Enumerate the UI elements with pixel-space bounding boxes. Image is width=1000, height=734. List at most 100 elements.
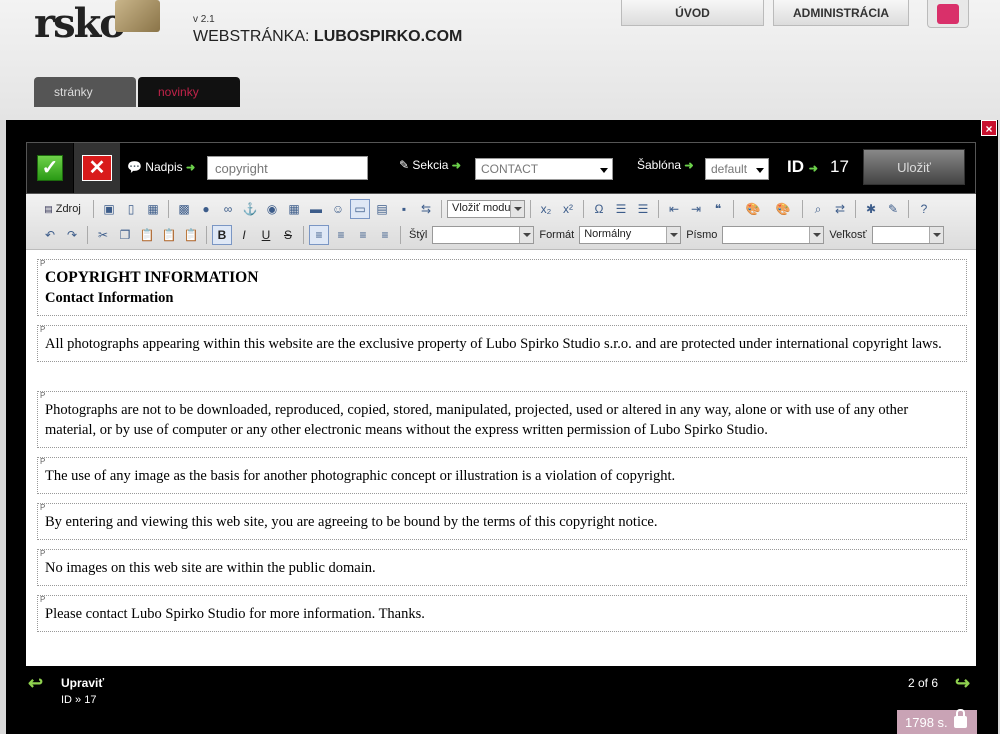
iframe-icon[interactable]: ▭	[350, 199, 370, 219]
underline-icon[interactable]: U	[256, 225, 276, 245]
toolbar-row-2: ↶ ↷ ✂ ❐ 📋 📋 📋 B I U S ≡ ≡ ≡ ≡ Štýl Formá…	[40, 223, 944, 247]
format-label: Formát	[539, 229, 575, 241]
paragraph-2[interactable]: P Photographs are not to be downloaded, …	[37, 391, 967, 448]
flash-icon[interactable]: ●	[196, 199, 216, 219]
power-icon	[937, 3, 959, 24]
special-char-icon[interactable]: Ω	[589, 199, 609, 219]
paragraph-3[interactable]: P The use of any image as the basis for …	[37, 457, 967, 494]
templates-icon[interactable]: ▦	[143, 199, 163, 219]
paragraph-heading[interactable]: P COPYRIGHT INFORMATION Contact Informat…	[37, 259, 967, 316]
footer-title: Upraviť	[61, 676, 105, 690]
smiley-icon[interactable]: ☺	[328, 199, 348, 219]
bulleted-list-icon[interactable]: ☰	[633, 199, 653, 219]
page-break-icon[interactable]: ▤	[372, 199, 392, 219]
align-justify-icon[interactable]: ≡	[375, 225, 395, 245]
text-color-icon[interactable]: 🎨	[739, 199, 767, 219]
blockquote-icon[interactable]: ❝	[708, 199, 728, 219]
nav-home[interactable]: ÚVOD	[621, 0, 764, 26]
paragraph-tag: P	[40, 259, 46, 268]
next-arrow-icon[interactable]: ↪	[955, 673, 970, 694]
rich-text-editor: ▤ Zdroj ▣ ▯ ▦ ▩ ● ∞ ⚓ ◉ ▦ ▬ ☺ ▭ ▤ ▪ ⇆ Vlo…	[26, 194, 976, 666]
tab-pages[interactable]: stránky	[34, 77, 136, 107]
chevron-down-icon	[809, 227, 824, 243]
document-icon[interactable]: ▯	[121, 199, 141, 219]
align-left-icon[interactable]: ≡	[309, 225, 329, 245]
background-color-icon[interactable]: 🎨	[769, 199, 797, 219]
size-dropdown[interactable]	[871, 226, 944, 244]
chevron-down-icon	[928, 227, 943, 243]
redo-icon[interactable]: ↷	[62, 225, 82, 245]
clean-format-icon[interactable]: ✎	[883, 199, 903, 219]
ico-icon[interactable]: ▪	[394, 199, 414, 219]
site-logo[interactable]: rsko	[34, 0, 184, 55]
site-title: WEBSTRÁNKA: LUBOSPIRKO.COM	[193, 28, 462, 46]
save-button[interactable]: Uložiť	[863, 149, 965, 185]
numbered-list-icon[interactable]: ☰	[611, 199, 631, 219]
media-icon[interactable]: ◉	[262, 199, 282, 219]
find-icon[interactable]: ⌕	[808, 199, 828, 219]
code-icon[interactable]: ⇆	[416, 199, 436, 219]
section-label: Sekcia	[412, 158, 449, 172]
insert-module-dropdown[interactable]: Vložiť modul	[447, 200, 525, 218]
paragraph-6[interactable]: P Please contact Lubo Spirko Studio for …	[37, 595, 967, 632]
cut-icon[interactable]: ✂	[93, 225, 113, 245]
outdent-icon[interactable]: ⇤	[664, 199, 684, 219]
close-modal-button[interactable]: ×	[981, 120, 997, 136]
chevron-down-icon	[666, 227, 681, 243]
confirm-button[interactable]: ✓	[27, 143, 73, 193]
align-center-icon[interactable]: ≡	[331, 225, 351, 245]
style-label: Štýl	[409, 229, 428, 241]
align-right-icon[interactable]: ≡	[353, 225, 373, 245]
image-icon[interactable]: ▩	[174, 199, 194, 219]
horizontal-rule-icon[interactable]: ▬	[306, 199, 326, 219]
timer-value: 1798 s.	[905, 714, 948, 730]
tab-news[interactable]: novinky	[138, 77, 240, 107]
undo-icon[interactable]: ↶	[40, 225, 60, 245]
font-dropdown[interactable]	[722, 226, 825, 244]
heading-copyright: COPYRIGHT INFORMATION	[45, 269, 259, 286]
replace-icon[interactable]: ⇄	[830, 199, 850, 219]
paragraph-5[interactable]: P No images on this web site are within …	[37, 549, 967, 586]
modal-header-bar: ✓ ✕ 💬 Nadpis ➜ copyright ✎ Sekcia ➜ CONT…	[26, 142, 976, 194]
paste-text-icon[interactable]: 📋	[159, 225, 179, 245]
cancel-button[interactable]: ✕	[74, 143, 120, 193]
nav-administration[interactable]: ADMINISTRÁCIA	[773, 0, 909, 26]
paste-word-icon[interactable]: 📋	[181, 225, 201, 245]
table-icon[interactable]: ▦	[284, 199, 304, 219]
section-label-group: ✎ Sekcia ➜	[399, 158, 461, 172]
checkmark-icon: ✓	[37, 155, 63, 181]
session-timer: 1798 s.	[897, 709, 977, 734]
logout-button[interactable]	[927, 0, 969, 28]
copy-icon[interactable]: ❐	[115, 225, 135, 245]
spellcheck-icon[interactable]: ✱	[861, 199, 881, 219]
paragraph-1[interactable]: P All photographs appearing within this …	[37, 325, 967, 362]
bold-icon[interactable]: B	[212, 225, 232, 245]
preview-icon[interactable]: ▣	[99, 199, 119, 219]
size-label: Veľkosť	[829, 229, 867, 241]
cancel-x-icon: ✕	[82, 155, 112, 181]
logo-box-graphic	[115, 0, 160, 32]
superscript-icon[interactable]: x²	[558, 199, 578, 219]
chevron-down-icon	[756, 168, 764, 173]
indent-icon[interactable]: ⇥	[686, 199, 706, 219]
strikethrough-icon[interactable]: S	[278, 225, 298, 245]
arrow-right-icon: ➜	[808, 163, 818, 175]
font-label: Písmo	[686, 229, 718, 241]
editor-content[interactable]: P COPYRIGHT INFORMATION Contact Informat…	[26, 251, 976, 666]
subscript-icon[interactable]: x₂	[536, 199, 556, 219]
title-input[interactable]: copyright	[207, 156, 368, 180]
help-icon[interactable]: ?	[914, 199, 934, 219]
style-dropdown[interactable]	[432, 226, 535, 244]
lock-icon[interactable]	[953, 709, 967, 728]
paste-icon[interactable]: 📋	[137, 225, 157, 245]
section-select[interactable]: CONTACT	[475, 158, 613, 180]
previous-arrow-icon[interactable]: ↩	[28, 673, 43, 694]
chevron-down-icon	[510, 201, 524, 217]
source-button[interactable]: ▤ Zdroj	[40, 199, 88, 219]
template-select[interactable]: default	[705, 158, 769, 180]
italic-icon[interactable]: I	[234, 225, 254, 245]
format-dropdown[interactable]: Normálny	[579, 226, 682, 244]
link-icon[interactable]: ∞	[218, 199, 238, 219]
anchor-icon[interactable]: ⚓	[240, 199, 260, 219]
paragraph-4[interactable]: P By entering and viewing this web site,…	[37, 503, 967, 540]
